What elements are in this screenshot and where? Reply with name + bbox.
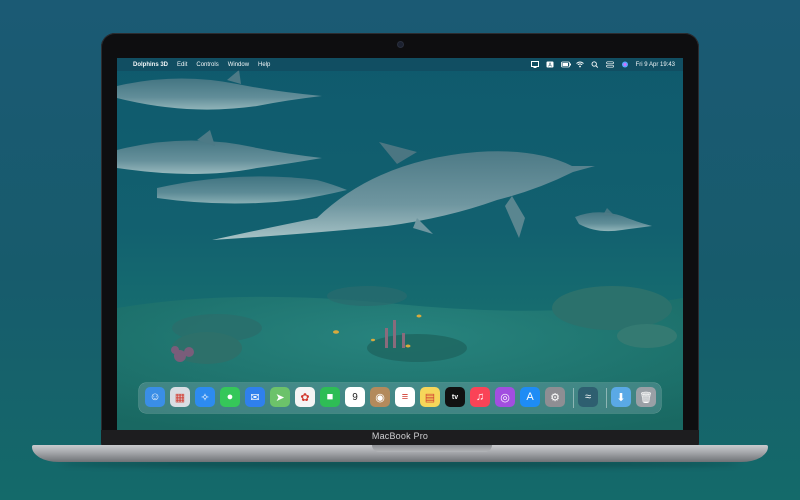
camera: [398, 42, 403, 47]
control-center-icon[interactable]: [605, 61, 614, 68]
menu-app-name[interactable]: Dolphins 3D: [133, 62, 168, 68]
dock-app-reminders[interactable]: ≡: [395, 387, 415, 407]
dock-app-facetime[interactable]: ■: [320, 387, 340, 407]
laptop-base: [32, 445, 768, 462]
dock-app-system-preferences[interactable]: ⚙: [545, 387, 565, 407]
dock-icon-photos-icon: ✿: [300, 391, 310, 404]
dock-app-contacts[interactable]: ◉: [370, 387, 390, 407]
dock-app-downloads[interactable]: ⬇: [611, 387, 631, 407]
dock-icon-system-preferences-icon: ⚙: [550, 391, 560, 404]
dock-icon-maps-icon: ➤: [275, 391, 285, 404]
dock-app-notes[interactable]: ▤: [420, 387, 440, 407]
screen-mirroring-icon[interactable]: [530, 61, 539, 68]
dock-app-finder[interactable]: ☺: [145, 387, 165, 407]
dock-app-messages[interactable]: ●: [220, 387, 240, 407]
dock-icon-reminders-icon: ≡: [401, 391, 409, 403]
laptop-chin: MacBook Pro: [101, 430, 699, 446]
menu-window[interactable]: Window: [228, 62, 249, 68]
menu-controls[interactable]: Controls: [196, 62, 218, 68]
dock-icon-launchpad-icon: ▦: [174, 391, 186, 404]
dock-app-launchpad[interactable]: ▦: [170, 387, 190, 407]
battery-icon[interactable]: [560, 61, 571, 68]
status-area: A Fri 9 Apr 19:43: [530, 61, 683, 69]
base-notch: [372, 445, 492, 452]
dock-icon-mail-icon: ✉: [250, 391, 260, 404]
menu-bar: Dolphins 3D Edit Controls Window Help A: [117, 58, 683, 71]
dock-app-music[interactable]: ♫: [470, 387, 490, 407]
dock-icon-downloads-icon: ⬇: [616, 391, 626, 404]
dock-icon-music-icon: ♫: [475, 391, 485, 403]
dock-icon-finder-icon: ☺: [149, 391, 161, 403]
dock-icon-notes-icon: ▤: [424, 391, 436, 404]
dock-icon-messages-icon: ●: [226, 391, 234, 403]
search-icon[interactable]: [591, 61, 599, 68]
clock[interactable]: Fri 9 Apr 19:43: [636, 62, 675, 68]
dock-icon-contacts-icon: ◉: [375, 391, 385, 404]
dock-app-app-store[interactable]: A: [520, 387, 540, 407]
dock-icon-trash-icon: 🗑: [639, 391, 653, 404]
dock-icon-app-store-icon: A: [526, 391, 534, 403]
dock-icon-facetime-icon: ■: [326, 391, 334, 403]
wifi-icon[interactable]: [575, 61, 584, 68]
menu-help[interactable]: Help: [258, 62, 270, 68]
dock: ☺ ▦ ✧ ● ✉ ➤ ✿ ■ 9 ◉ ≡ ▤ tv ♫ ◎ A ⚙ ≈ ⬇ 🗑: [139, 383, 661, 413]
dock-app-podcasts[interactable]: ◎: [495, 387, 515, 407]
dock-icon-calendar-icon: 9: [352, 391, 358, 403]
desktop-screen: Dolphins 3D Edit Controls Window Help A: [117, 58, 683, 430]
text-input-icon[interactable]: A: [546, 61, 554, 69]
dock-app-safari[interactable]: ✧: [195, 387, 215, 407]
menu-edit[interactable]: Edit: [177, 62, 187, 68]
dock-app-calendar[interactable]: 9: [345, 387, 365, 407]
dock-app-mail[interactable]: ✉: [245, 387, 265, 407]
dock-icon-safari-icon: ✧: [200, 391, 210, 404]
dock-app-tv[interactable]: tv: [445, 387, 465, 407]
dock-app-dolphins-3d[interactable]: ≈: [578, 387, 598, 407]
dock-separator: [573, 388, 574, 408]
dock-icon-dolphins-3d-icon: ≈: [584, 391, 592, 403]
dock-icon-podcasts-icon: ◎: [500, 391, 510, 404]
dock-app-trash[interactable]: 🗑: [636, 387, 656, 407]
dock-app-maps[interactable]: ➤: [270, 387, 290, 407]
dock-app-photos[interactable]: ✿: [295, 387, 315, 407]
siri-icon[interactable]: [621, 61, 629, 68]
dock-separator: [606, 388, 607, 408]
device-label: MacBook Pro: [371, 431, 429, 441]
dock-icon-tv-icon: tv: [451, 393, 459, 401]
underwater-scene: [117, 58, 683, 430]
